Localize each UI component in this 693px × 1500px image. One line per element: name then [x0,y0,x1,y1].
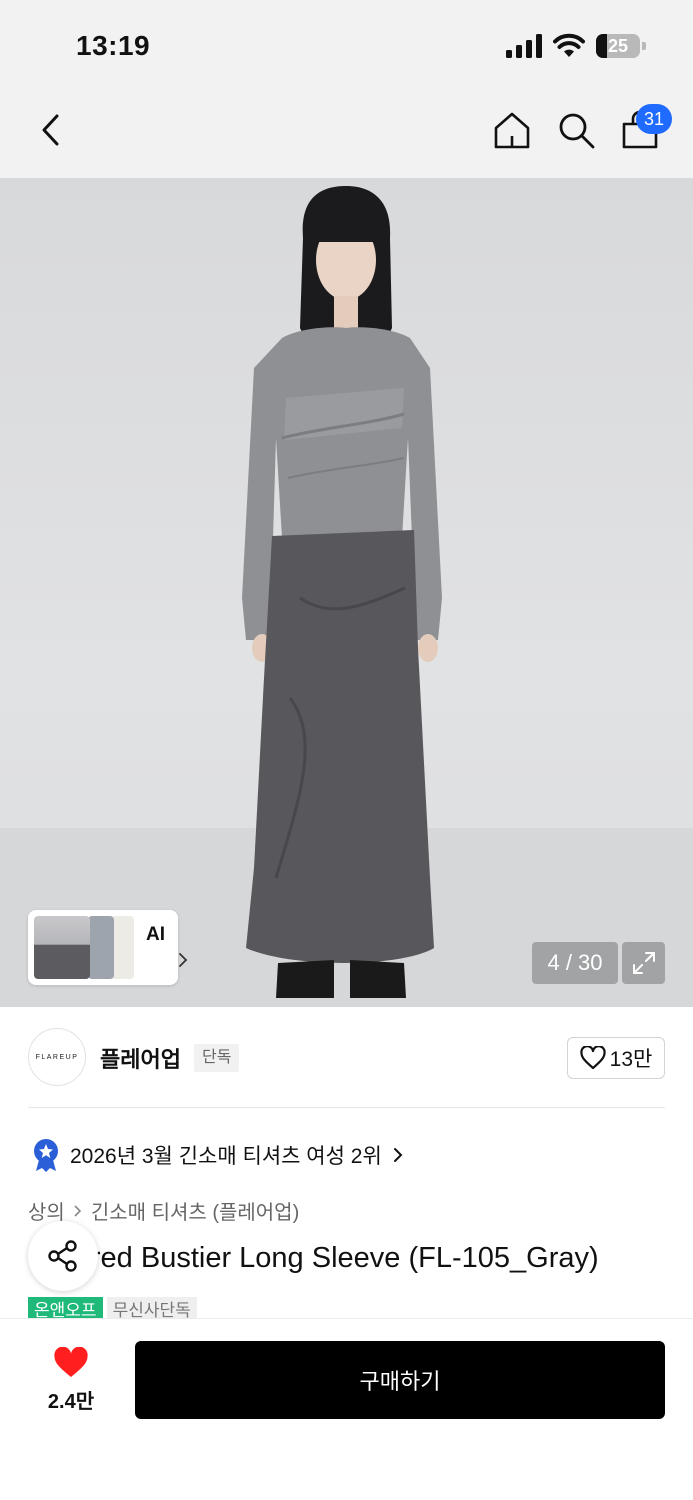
chevron-right-icon [179,953,188,967]
share-icon [48,1240,77,1272]
ranking-link[interactable]: 2026년 3월 긴소매 티셔츠 여성 2위 [32,1135,404,1175]
product-image-gallery[interactable]: AI 4 / 30 [0,178,693,1007]
home-icon [494,112,530,149]
brand-row: FLAREUP 플레어업 단독 13만 [28,1028,665,1086]
tag-musinsa-exclusive: 무신사단독 [106,1297,197,1319]
brand-name[interactable]: 플레어업 [100,1042,181,1074]
brand-like-count: 13만 [609,1048,653,1071]
expand-icon [632,952,655,974]
ranking-medal-icon [34,1139,58,1172]
expand-button[interactable] [622,942,665,984]
search-button[interactable] [554,108,598,152]
cellular-signal-icon [506,34,542,58]
ai-lookbook-card[interactable]: AI [28,910,188,985]
wifi-icon [553,33,585,57]
divider [28,1107,665,1108]
product-photo [0,186,693,1007]
battery-icon: 25 [596,34,646,58]
ranking-text: 2026년 3월 긴소매 티셔츠 여성 2위 [70,1145,382,1168]
back-button[interactable] [30,108,70,152]
product-title: Layered Bustier Long Sleeve (FL-105_Gray… [28,1242,599,1274]
image-counter: 4 / 30 [532,942,618,984]
home-button[interactable] [490,108,534,152]
ai-thumbnail-2 [88,916,114,979]
heart-outline-icon [580,1046,606,1070]
tag-on-and-off: 온앤오프 [28,1297,103,1319]
bottom-purchase-bar: 2.4만 구매하기 [0,1318,693,1500]
wishlist-count: 2.4만 [47,1391,95,1413]
ai-thumbnail-1 [34,916,90,979]
ai-label: AI [146,924,165,945]
search-icon [559,113,595,149]
heart-filled-icon [54,1347,88,1377]
battery-level: 25 [607,36,629,56]
share-button[interactable] [28,1221,98,1291]
brand-logo[interactable]: FLAREUP [28,1028,86,1086]
chevron-right-icon [74,1204,81,1217]
wishlist-button[interactable]: 2.4만 [36,1343,106,1413]
status-time: 13:19 [76,30,151,61]
app-header [0,90,693,178]
brand-exclusive-tag: 단독 [194,1044,240,1072]
buy-button[interactable]: 구매하기 [135,1341,665,1419]
breadcrumb-subcategory[interactable]: 긴소매 티셔츠 (플레어업) [91,1196,299,1225]
cart-count-badge: 31 [636,104,672,134]
brand-like-button[interactable]: 13만 [567,1037,665,1079]
chevron-left-icon [42,114,59,146]
chevron-right-icon [393,1148,403,1162]
product-tags: 온앤오프 무신사단독 [28,1297,197,1319]
status-bar: 13:19 25 [0,0,693,90]
